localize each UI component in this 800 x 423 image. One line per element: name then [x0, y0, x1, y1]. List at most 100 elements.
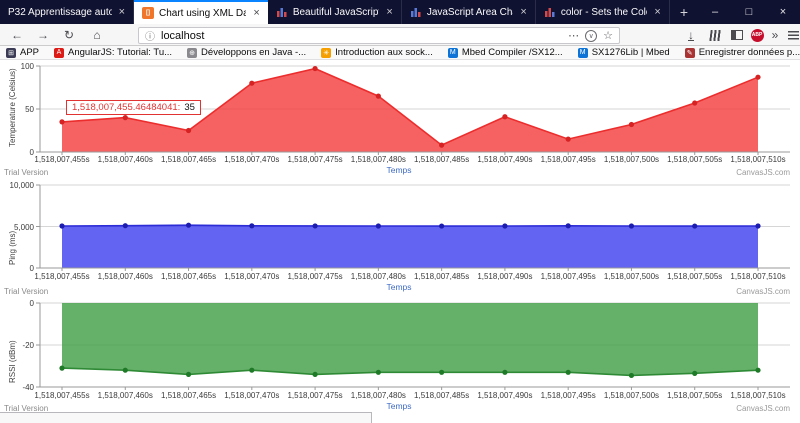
x-tick-label: 1,518,007,455s	[29, 272, 95, 281]
data-point-marker[interactable]	[123, 115, 128, 120]
data-point-marker[interactable]	[186, 372, 191, 377]
site-info-icon[interactable]: ⓘ	[145, 28, 155, 43]
forward-button[interactable]: →	[34, 27, 52, 43]
tab-color-docs[interactable]: color - Sets the Color of Data S ×	[536, 0, 670, 24]
x-tick-label: 1,518,007,500s	[598, 272, 664, 281]
adblock-icon[interactable]: ABP	[748, 27, 766, 43]
minimize-button[interactable]: –	[698, 0, 732, 24]
data-point-marker[interactable]	[566, 223, 571, 228]
menu-icon[interactable]	[784, 27, 800, 43]
data-point-marker[interactable]	[59, 223, 64, 228]
pocket-icon[interactable]: ∨	[585, 30, 597, 42]
x-tick-label: 1,518,007,495s	[535, 155, 601, 164]
data-point-marker[interactable]	[249, 368, 254, 373]
bookmark-label: Enregistrer données p...	[699, 47, 800, 58]
data-point-marker[interactable]	[186, 128, 191, 133]
tab-close-icon[interactable]: ×	[117, 6, 127, 18]
data-point-marker[interactable]	[312, 223, 317, 228]
back-button[interactable]: ←	[8, 27, 26, 43]
bookmark-item[interactable]: MMbed Compiler /SX12...	[448, 47, 563, 58]
x-tick-label: 1,518,007,485s	[409, 272, 475, 281]
data-point-marker[interactable]	[629, 122, 634, 127]
maximize-button[interactable]: □	[732, 0, 766, 24]
download-icon[interactable]: ↓	[682, 27, 700, 43]
tab-close-icon[interactable]: ×	[384, 6, 394, 18]
tab-close-icon[interactable]: ×	[652, 6, 662, 18]
bookmark-star-icon[interactable]: ☆	[603, 29, 613, 42]
status-tooltip	[0, 412, 372, 423]
reload-button[interactable]: ↻	[60, 27, 78, 43]
tab-close-icon[interactable]: ×	[251, 7, 261, 19]
bookmarks-toolbar: ⊞APP A AngularJS: Tutorial: Tu... ⊕Développ…	[0, 46, 800, 60]
page-actions-icon[interactable]: ⋯	[568, 29, 579, 42]
data-point-marker[interactable]	[439, 223, 444, 228]
data-point-marker[interactable]	[439, 143, 444, 148]
data-point-marker[interactable]	[755, 368, 760, 373]
tab-close-icon[interactable]: ×	[518, 6, 528, 18]
tab-p32[interactable]: P32 Apprentissage automatique po ×	[0, 0, 134, 24]
home-button[interactable]: ⌂	[88, 27, 106, 43]
data-point-marker[interactable]	[502, 114, 507, 119]
url-bar[interactable]: ⓘ localhost ⋯ ∨ ☆	[138, 27, 620, 44]
library-icon[interactable]	[706, 27, 724, 43]
data-point-marker[interactable]	[249, 223, 254, 228]
data-point-marker[interactable]	[123, 368, 128, 373]
data-point-marker[interactable]	[249, 81, 254, 86]
chart-favicon-icon	[276, 6, 288, 18]
data-point-marker[interactable]	[59, 366, 64, 371]
bookmark-item[interactable]: A AngularJS: Tutorial: Tu...	[54, 47, 172, 58]
bookmark-item[interactable]: ✳Introduction aux sock...	[321, 47, 433, 58]
x-tick-label: 1,518,007,505s	[662, 155, 728, 164]
data-point-marker[interactable]	[502, 223, 507, 228]
data-point-marker[interactable]	[312, 66, 317, 71]
x-axis-title: Temps	[40, 282, 758, 292]
tab-chart-xml[interactable]: [] Chart using XML Data ×	[134, 0, 268, 24]
data-point-marker[interactable]	[692, 100, 697, 105]
chart-favicon-icon	[544, 6, 556, 18]
data-point-marker[interactable]	[566, 370, 571, 375]
overflow-icon[interactable]: »	[766, 27, 784, 43]
data-point-marker[interactable]	[755, 75, 760, 80]
tab-area-charts[interactable]: JavaScript Area Charts & Graph ×	[402, 0, 536, 24]
bookmark-label: AngularJS: Tutorial: Tu...	[68, 47, 172, 58]
bookmark-item[interactable]: ⊞APP	[6, 47, 39, 58]
bookmark-item[interactable]: ⊕Développons en Java -...	[187, 47, 306, 58]
data-point-marker[interactable]	[312, 372, 317, 377]
x-tick-label: 1,518,007,490s	[472, 272, 538, 281]
data-point-marker[interactable]	[376, 223, 381, 228]
tab-beautiful-charts[interactable]: Beautiful JavaScript Charts & G ×	[268, 0, 402, 24]
x-tick-label: 1,518,007,510s	[725, 272, 791, 281]
y-tick-label: 100	[6, 62, 34, 71]
data-point-marker[interactable]	[692, 371, 697, 376]
data-point-marker[interactable]	[59, 119, 64, 124]
chart-ping: Ping (ms) Temps Trial Version CanvasJS.c…	[0, 178, 800, 292]
angular-icon: A	[54, 48, 64, 58]
canvasjs-credit-link[interactable]: CanvasJS.com	[736, 404, 790, 413]
new-tab-button[interactable]: +	[670, 0, 698, 24]
x-tick-label: 1,518,007,475s	[282, 391, 348, 400]
tab-bar: P32 Apprentissage automatique po × [] Ch…	[0, 0, 800, 24]
bookmark-item[interactable]: ✎Enregistrer données p...	[685, 47, 800, 58]
data-point-marker[interactable]	[692, 223, 697, 228]
data-point-marker[interactable]	[502, 370, 507, 375]
data-point-marker[interactable]	[629, 223, 634, 228]
data-point-marker[interactable]	[123, 223, 128, 228]
y-axis-title: Ping (ms)	[8, 230, 17, 264]
data-point-marker[interactable]	[755, 223, 760, 228]
bookmark-label: Introduction aux sock...	[335, 47, 433, 58]
chart-rssi: RSSI (dBm) Temps Trial Version CanvasJS.…	[0, 292, 800, 423]
data-point-marker[interactable]	[629, 373, 634, 378]
url-text[interactable]: localhost	[161, 30, 562, 42]
ping-plot[interactable]	[0, 178, 800, 273]
canvasjs-credit-link[interactable]: CanvasJS.com	[736, 168, 790, 177]
sidebar-icon[interactable]	[728, 27, 746, 43]
data-point-marker[interactable]	[186, 223, 191, 228]
bookmark-item[interactable]: MSX1276Lib | Mbed	[578, 47, 670, 58]
data-point-marker[interactable]	[376, 370, 381, 375]
rssi-plot[interactable]	[0, 292, 800, 392]
data-point-marker[interactable]	[566, 137, 571, 142]
data-point-marker[interactable]	[376, 94, 381, 99]
close-button[interactable]: ×	[766, 0, 800, 24]
navigation-toolbar: ← → ↻ ⌂ ⓘ localhost ⋯ ∨ ☆ ↓ ABP »	[0, 24, 800, 46]
data-point-marker[interactable]	[439, 370, 444, 375]
